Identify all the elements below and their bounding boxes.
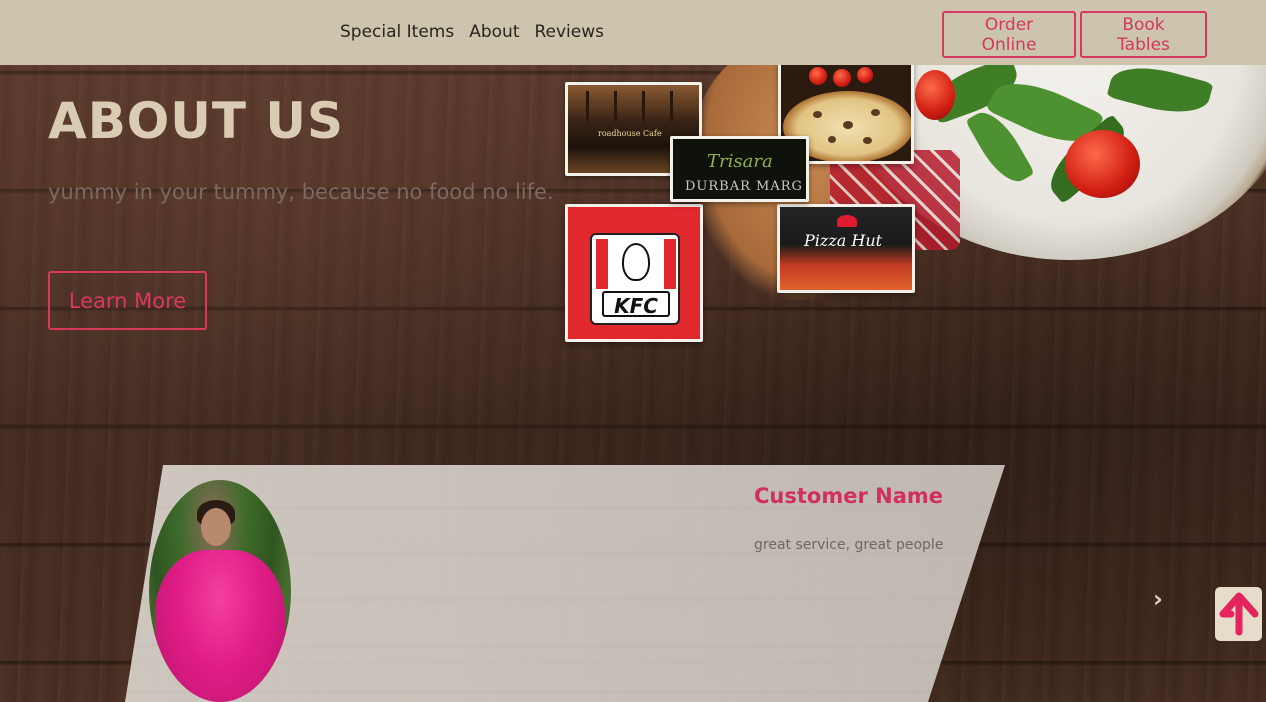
- pizzahut-hat-icon: [837, 215, 857, 227]
- trisara-logo-text: Trisara: [707, 151, 773, 172]
- restaurant-tile-pizzahut: Pizza Hut: [777, 204, 915, 293]
- tomato: [1065, 130, 1140, 198]
- avatar: [149, 480, 291, 702]
- navbar: Special Items About Reviews Order Online…: [0, 0, 1266, 65]
- order-online-button[interactable]: Order Online: [942, 11, 1076, 58]
- learn-more-button[interactable]: Learn More: [48, 271, 207, 330]
- decor: [155, 550, 285, 702]
- roadhouse-sign: roadhouse Cafe: [598, 129, 662, 138]
- decor: [596, 239, 608, 289]
- trisara-location: DURBAR MARG: [685, 179, 803, 194]
- decor: [664, 239, 676, 289]
- review-text: great service, great people: [754, 537, 944, 553]
- decor: [614, 91, 617, 121]
- pizza-topping: [871, 109, 880, 116]
- tomato: [857, 67, 873, 83]
- nav-link-reviews[interactable]: Reviews: [534, 22, 604, 42]
- hero-tagline: yummy in your tummy, because no food no …: [48, 180, 554, 204]
- kfc-logo-text: KFC: [602, 291, 670, 318]
- pizza-topping: [863, 137, 872, 144]
- arrow-up-icon: [1219, 592, 1258, 636]
- nav-links: Special Items About Reviews: [340, 22, 604, 42]
- decor: [586, 91, 589, 121]
- kfc-logo: KFC: [590, 233, 680, 325]
- customer-name: Customer Name: [754, 484, 943, 508]
- book-tables-button[interactable]: Book Tables: [1080, 11, 1207, 58]
- tomato: [915, 70, 955, 120]
- pizza-topping: [828, 136, 836, 143]
- pizza-topping: [813, 111, 822, 118]
- decor: [670, 91, 673, 121]
- pizzahut-logo-text: Pizza Hut: [804, 231, 883, 250]
- tomato: [809, 67, 827, 85]
- nav-link-special-items[interactable]: Special Items: [340, 22, 454, 42]
- restaurant-tile-trisara: Trisara DURBAR MARG: [670, 136, 809, 202]
- tomato: [833, 69, 851, 87]
- decor: [201, 508, 231, 546]
- pizza-topping: [843, 121, 853, 129]
- page-title: ABOUT US: [48, 92, 345, 150]
- back-to-top-button[interactable]: [1215, 587, 1262, 641]
- nav-link-about[interactable]: About: [469, 22, 519, 42]
- colonel-icon: [622, 243, 650, 281]
- restaurant-tile-kfc: KFC: [565, 204, 703, 342]
- chevron-right-icon[interactable]: ›: [1153, 586, 1175, 612]
- decor: [642, 91, 645, 121]
